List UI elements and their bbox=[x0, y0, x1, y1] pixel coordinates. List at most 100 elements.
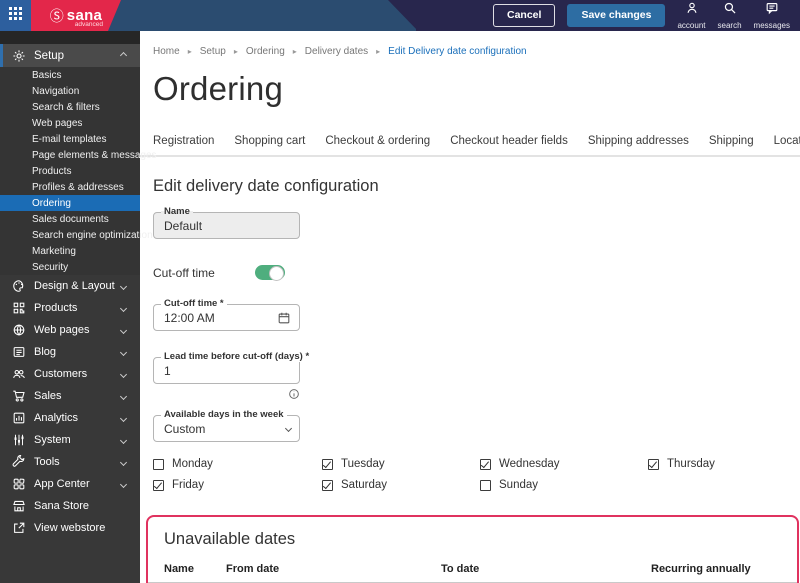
checkbox-box[interactable] bbox=[322, 458, 333, 470]
checkbox-tuesday[interactable]: Tuesday bbox=[322, 458, 480, 470]
chevron-down-icon bbox=[119, 436, 128, 444]
tab-shopping-cart[interactable]: Shopping cart bbox=[224, 129, 315, 155]
cutoff-time-field[interactable]: Cut-off time * 12:00 AM bbox=[153, 298, 300, 331]
globe-icon bbox=[12, 323, 26, 337]
sidebar-item-sales-documents[interactable]: Sales documents bbox=[0, 211, 140, 227]
sidebar-item-blog[interactable]: Blog bbox=[0, 341, 140, 363]
sidebar-item-design-layout[interactable]: Design & Layout bbox=[0, 275, 140, 297]
lead-time-field[interactable]: Lead time before cut-off (days) * 1 bbox=[153, 351, 313, 384]
breadcrumb-separator: ▸ bbox=[187, 47, 192, 56]
tab-shipping-addresses[interactable]: Shipping addresses bbox=[578, 129, 699, 155]
checkbox-box[interactable] bbox=[153, 458, 164, 470]
sidebar-item-sales[interactable]: Sales bbox=[0, 385, 140, 407]
sidebar-label: Sales bbox=[34, 390, 62, 402]
chevron-down-icon bbox=[119, 370, 128, 378]
sidebar-item-setup[interactable]: Setup bbox=[0, 44, 140, 67]
checkbox-friday[interactable]: Friday bbox=[153, 479, 322, 491]
sidebar-item-system[interactable]: System bbox=[0, 429, 140, 451]
cutoff-toggle-label: Cut-off time bbox=[153, 265, 215, 280]
chevron-down-icon bbox=[119, 392, 128, 400]
sidebar-item-email-templates[interactable]: E-mail templates bbox=[0, 131, 140, 147]
sidebar-item-customers[interactable]: Customers bbox=[0, 363, 140, 385]
sidebar-item-app-center[interactable]: App Center bbox=[0, 473, 140, 495]
chevron-down-icon bbox=[119, 282, 128, 290]
top-bar: Ⓢ sana advanced Cancel Save changes acco… bbox=[0, 0, 800, 31]
tab-shipping[interactable]: Shipping bbox=[699, 129, 764, 155]
checkbox-thursday[interactable]: Thursday bbox=[648, 458, 794, 470]
breadcrumb-delivery-dates[interactable]: Delivery dates bbox=[305, 46, 368, 57]
messages-button[interactable]: messages bbox=[754, 1, 790, 30]
sidebar-item-sana-store[interactable]: Sana Store bbox=[0, 495, 140, 517]
checkbox-box[interactable] bbox=[480, 458, 491, 470]
unavailable-dates-section: Unavailable dates Name From date To date… bbox=[146, 515, 799, 583]
sidebar-item-profiles-addresses[interactable]: Profiles & addresses bbox=[0, 179, 140, 195]
apps-grid-button[interactable] bbox=[0, 0, 31, 31]
sidebar-item-view-webstore[interactable]: View webstore bbox=[0, 517, 140, 539]
sidebar-label: Design & Layout bbox=[34, 280, 115, 292]
sidebar-item-tools[interactable]: Tools bbox=[0, 451, 140, 473]
sidebar-item-seo[interactable]: Search engine optimization bbox=[0, 227, 153, 243]
breadcrumb: Home ▸ Setup ▸ Ordering ▸ Delivery dates… bbox=[140, 31, 800, 57]
save-changes-button[interactable]: Save changes bbox=[567, 4, 666, 27]
checkbox-box[interactable] bbox=[648, 458, 659, 470]
sidebar-top-strip bbox=[0, 31, 140, 44]
checkbox-saturday[interactable]: Saturday bbox=[322, 479, 480, 491]
people-icon bbox=[12, 367, 26, 381]
tab-checkout-header-fields[interactable]: Checkout header fields bbox=[440, 129, 578, 155]
tab-locations[interactable]: Locations bbox=[764, 129, 800, 155]
column-header-from-date: From date bbox=[226, 563, 280, 575]
info-icon[interactable] bbox=[288, 387, 300, 405]
account-button[interactable]: account bbox=[677, 1, 706, 30]
checkbox-box[interactable] bbox=[480, 479, 491, 491]
sidebar-item-analytics[interactable]: Analytics bbox=[0, 407, 140, 429]
sidebar-item-ordering[interactable]: Ordering bbox=[0, 195, 140, 211]
sidebar-item-search-filters[interactable]: Search & filters bbox=[0, 99, 140, 115]
sidebar: Setup Basics Navigation Search & filters… bbox=[0, 31, 157, 583]
app-window: Ⓢ sana advanced Cancel Save changes acco… bbox=[0, 0, 800, 583]
messages-label: messages bbox=[753, 21, 790, 30]
article-icon bbox=[12, 345, 26, 359]
sidebar-item-web-pages[interactable]: Web pages bbox=[0, 115, 140, 131]
calendar-icon[interactable] bbox=[277, 311, 291, 325]
sidebar-label: Analytics bbox=[34, 412, 79, 424]
breadcrumb-setup[interactable]: Setup bbox=[200, 46, 226, 57]
sidebar-item-basics[interactable]: Basics bbox=[0, 67, 140, 83]
sidebar-label: Sana Store bbox=[34, 500, 90, 512]
checkbox-box[interactable] bbox=[322, 479, 333, 491]
sidebar-label: Tools bbox=[34, 456, 60, 468]
weekday-checkbox-grid: Monday Tuesday Wednesday Thursday Friday… bbox=[153, 458, 794, 491]
account-label: account bbox=[677, 21, 706, 30]
checkbox-wednesday[interactable]: Wednesday bbox=[480, 458, 648, 470]
sidebar-item-navigation[interactable]: Navigation bbox=[0, 83, 140, 99]
available-days-select[interactable]: Available days in the week Custom bbox=[153, 409, 300, 442]
checkbox-box[interactable] bbox=[153, 479, 164, 491]
cart-icon bbox=[12, 389, 26, 403]
tab-checkout-ordering[interactable]: Checkout & ordering bbox=[315, 129, 440, 155]
wrench-icon bbox=[12, 455, 26, 469]
sidebar-item-products-group[interactable]: Products bbox=[0, 297, 140, 319]
breadcrumb-home[interactable]: Home bbox=[153, 46, 180, 57]
table-header-row: Name From date To date Recurring annuall… bbox=[148, 563, 797, 582]
sana-logo-subtext: advanced bbox=[74, 21, 103, 28]
sidebar-item-page-elements[interactable]: Page elements & messages bbox=[0, 147, 157, 163]
checkbox-sunday[interactable]: Sunday bbox=[480, 479, 648, 491]
search-button[interactable]: search bbox=[718, 1, 742, 30]
sidebar-item-web-pages-group[interactable]: Web pages bbox=[0, 319, 140, 341]
search-label: search bbox=[717, 21, 742, 30]
sidebar-label: Products bbox=[34, 302, 78, 314]
cancel-button[interactable]: Cancel bbox=[493, 4, 556, 27]
sidebar-item-products[interactable]: Products bbox=[0, 163, 140, 179]
sidebar-item-marketing[interactable]: Marketing bbox=[0, 243, 140, 259]
available-days-label: Available days in the week bbox=[161, 409, 287, 420]
checkbox-monday[interactable]: Monday bbox=[153, 458, 322, 470]
cutoff-time-toggle[interactable] bbox=[255, 265, 285, 281]
cutoff-time-label: Cut-off time * bbox=[161, 298, 227, 309]
sana-logo[interactable]: Ⓢ sana advanced bbox=[31, 0, 121, 31]
sliders-icon bbox=[12, 433, 26, 447]
chevron-down-icon bbox=[119, 348, 128, 356]
sidebar-item-security[interactable]: Security bbox=[0, 259, 140, 275]
chevron-down-icon bbox=[119, 326, 128, 334]
breadcrumb-ordering[interactable]: Ordering bbox=[246, 46, 285, 57]
external-link-icon bbox=[12, 521, 26, 535]
breadcrumb-current: Edit Delivery date configuration bbox=[388, 46, 527, 57]
